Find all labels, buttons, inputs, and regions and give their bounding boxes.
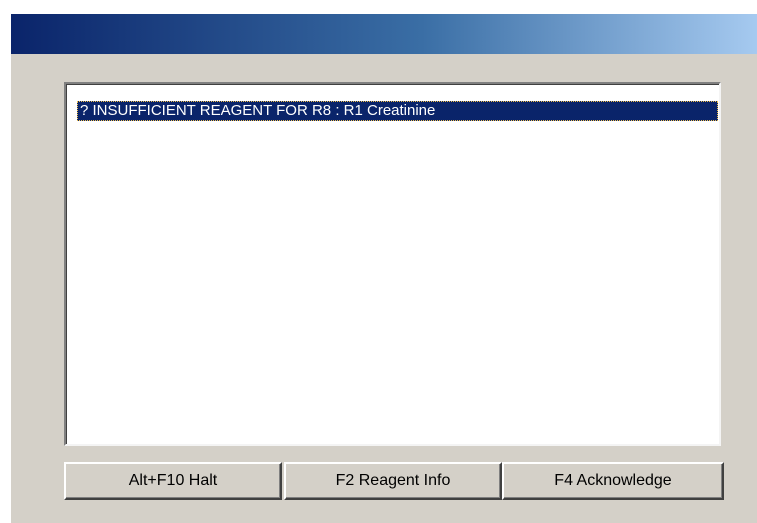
title-bar[interactable]: [11, 14, 757, 54]
list-item[interactable]: ? INSUFFICIENT REAGENT FOR R8 : R1 Creat…: [77, 101, 718, 121]
reagent-info-button[interactable]: F2 Reagent Info: [284, 462, 502, 500]
alarm-dialog: ? INSUFFICIENT REAGENT FOR R8 : R1 Creat…: [10, 13, 757, 523]
acknowledge-button[interactable]: F4 Acknowledge: [502, 462, 724, 500]
halt-button[interactable]: Alt+F10 Halt: [64, 462, 282, 500]
message-list[interactable]: ? INSUFFICIENT REAGENT FOR R8 : R1 Creat…: [64, 82, 721, 446]
